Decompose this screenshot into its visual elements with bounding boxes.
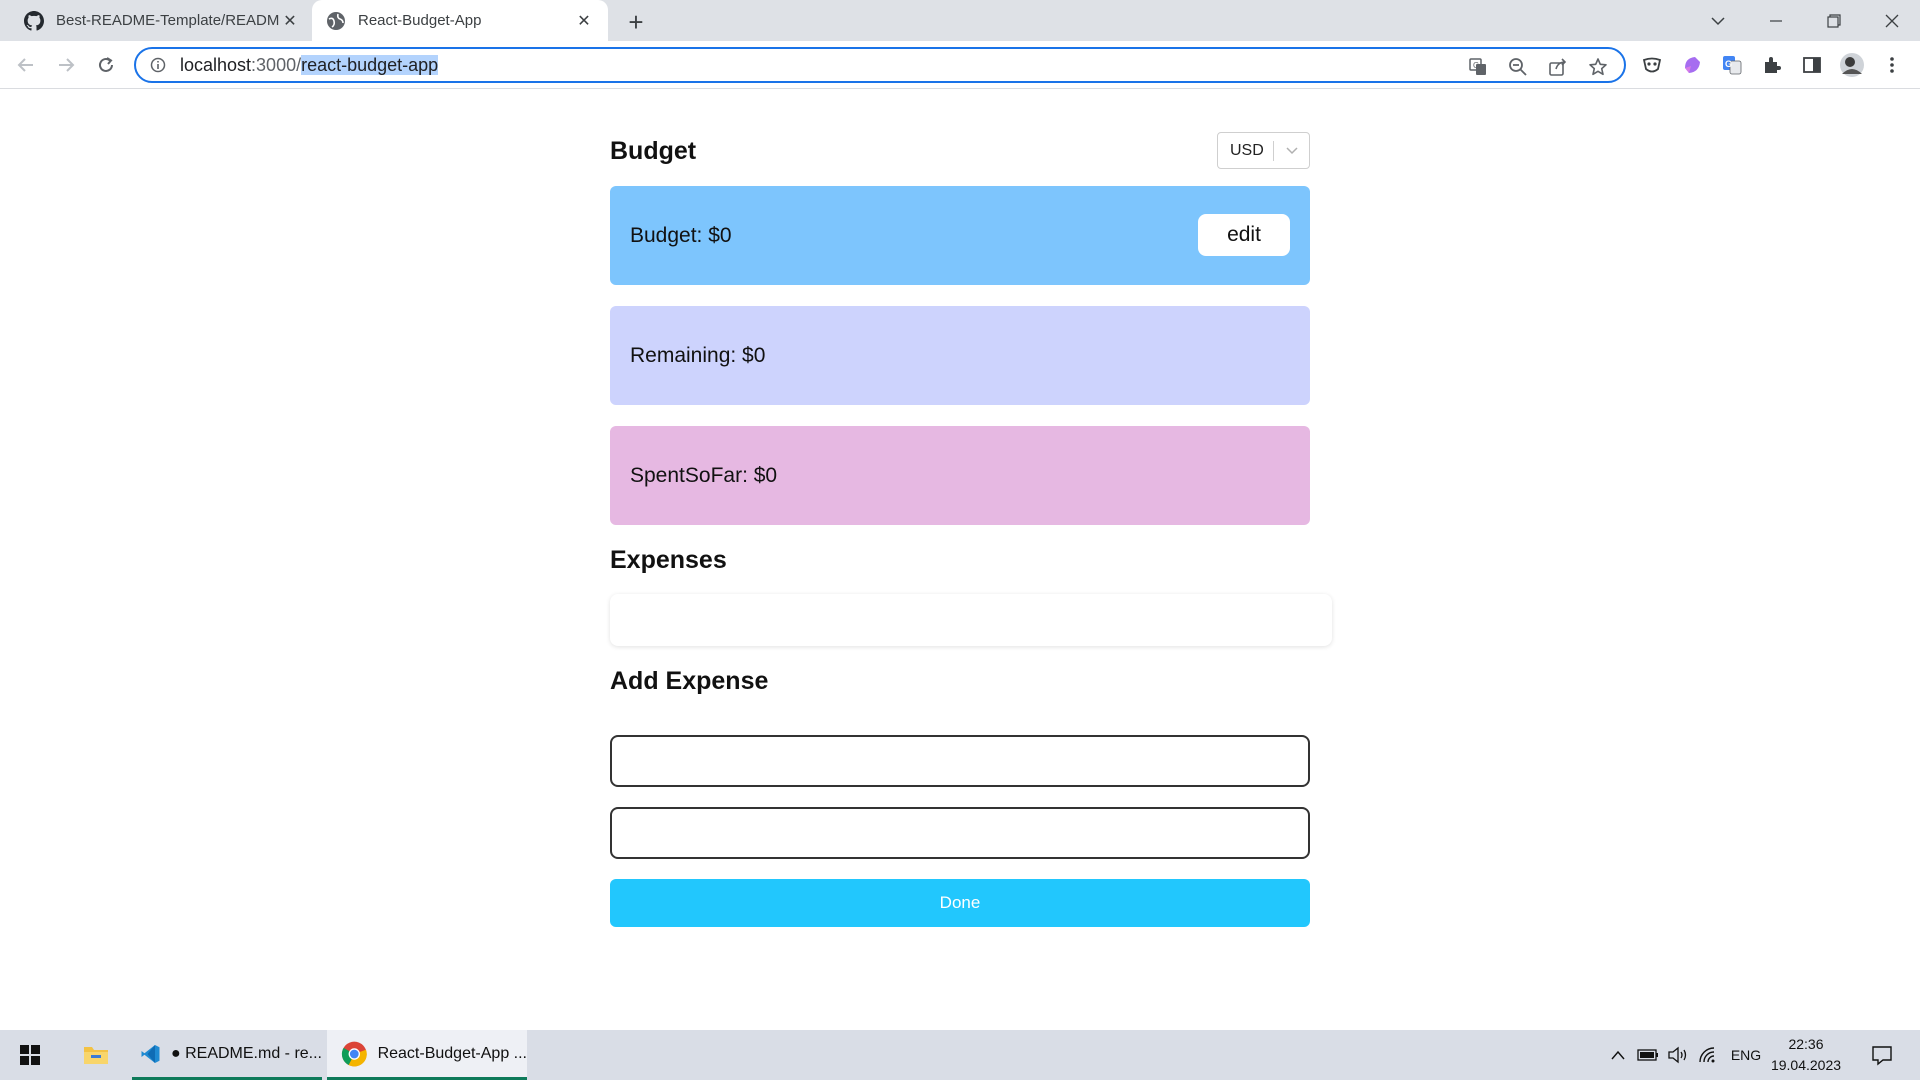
url-text[interactable]: localhost:3000/react-budget-app <box>180 54 439 76</box>
globe-icon <box>327 11 345 30</box>
extensions-puzzle-icon[interactable] <box>1756 49 1788 81</box>
tab-search-icon[interactable] <box>1690 0 1746 41</box>
extension-purple-icon[interactable] <box>1676 49 1708 81</box>
battery-icon[interactable] <box>1634 1030 1662 1080</box>
done-button[interactable]: Done <box>610 879 1310 927</box>
close-window-icon[interactable] <box>1864 0 1920 41</box>
spent-value: SpentSoFar: $0 <box>630 463 778 487</box>
page-viewport: Budget USD Budget: $0 edit Remaining: $0… <box>0 90 1920 1030</box>
edit-budget-button[interactable]: edit <box>1198 214 1290 256</box>
taskbar-label: ● README.md - re... <box>170 1044 322 1062</box>
profile-avatar-icon[interactable] <box>1836 49 1868 81</box>
translate-icon[interactable]: G <box>1466 55 1490 79</box>
vscode-icon <box>141 1044 160 1063</box>
site-info-icon[interactable] <box>150 57 166 73</box>
taskbar-chrome[interactable]: React-Budget-App ... <box>327 1030 527 1080</box>
reload-icon[interactable] <box>90 49 122 81</box>
browser-menu-icon[interactable] <box>1876 49 1908 81</box>
volume-icon[interactable] <box>1664 1030 1692 1080</box>
close-tab-icon[interactable]: ✕ <box>280 11 300 31</box>
minimize-icon[interactable] <box>1748 0 1804 41</box>
back-icon[interactable] <box>10 49 42 81</box>
expenses-list <box>610 594 1332 646</box>
start-button[interactable] <box>10 1030 50 1080</box>
chrome-icon <box>341 1041 367 1066</box>
budget-heading: Budget <box>610 137 697 165</box>
remaining-card: Remaining: $0 <box>610 306 1310 405</box>
zoom-out-icon[interactable] <box>1506 55 1530 79</box>
url-host: localhost <box>180 54 252 75</box>
windows-start-icon <box>20 1045 40 1065</box>
currency-value: USD <box>1230 141 1264 159</box>
tab-react-budget-app[interactable]: React-Budget-App ✕ <box>312 0 608 41</box>
svg-text:G: G <box>1725 59 1732 69</box>
budget-card: Budget: $0 edit <box>610 186 1310 285</box>
tab-title: React-Budget-App <box>358 12 482 29</box>
taskbar-label: React-Budget-App ... <box>377 1044 527 1062</box>
share-icon[interactable] <box>1546 55 1570 79</box>
remaining-value: Remaining: $0 <box>630 343 766 367</box>
close-tab-icon[interactable]: ✕ <box>574 11 594 31</box>
expense-name-input[interactable] <box>610 735 1310 787</box>
url-port: :3000/ <box>251 54 302 75</box>
taskbar-file-explorer[interactable] <box>76 1030 116 1080</box>
side-panel-icon[interactable] <box>1796 49 1828 81</box>
address-bar[interactable]: localhost:3000/react-budget-app G <box>134 47 1626 83</box>
github-icon <box>24 10 44 31</box>
clock-time: 22:36 <box>1788 1036 1824 1052</box>
show-hidden-icons-icon[interactable] <box>1604 1030 1632 1080</box>
restore-icon[interactable] <box>1806 0 1862 41</box>
expense-cost-input[interactable] <box>610 807 1310 859</box>
tab-readme[interactable]: Best-README-Template/READM ✕ <box>12 0 312 41</box>
google-translate-icon[interactable]: G <box>1716 49 1748 81</box>
file-explorer-icon <box>84 1047 108 1064</box>
tab-title: Best-README-Template/READM <box>56 12 280 29</box>
expenses-heading: Expenses <box>610 546 727 574</box>
chevron-down-icon[interactable] <box>1274 146 1309 155</box>
browser-toolbar: localhost:3000/react-budget-app G G <box>0 41 1920 89</box>
currency-select[interactable]: USD <box>1217 132 1310 169</box>
extension-mask-icon[interactable] <box>1636 49 1668 81</box>
budget-value: Budget: $0 <box>630 223 732 247</box>
clock-date: 19.04.2023 <box>1770 1057 1842 1073</box>
new-tab-button[interactable]: + <box>622 7 650 37</box>
taskbar-clock[interactable]: 22:36 19.04.2023 <box>1760 1034 1852 1076</box>
browser-tab-strip: Best-README-Template/READM ✕ React-Budge… <box>0 0 1920 41</box>
bookmark-star-icon[interactable] <box>1586 55 1610 79</box>
wifi-icon[interactable] <box>1694 1030 1722 1080</box>
url-path: react-budget-app <box>301 54 439 75</box>
windows-taskbar: ● README.md - re... React-Budget-App ...… <box>0 1030 1920 1080</box>
spent-card: SpentSoFar: $0 <box>610 426 1310 525</box>
notifications-icon[interactable] <box>1862 1030 1902 1080</box>
add-expense-heading: Add Expense <box>610 667 769 695</box>
taskbar-vscode[interactable]: ● README.md - re... <box>132 1030 322 1080</box>
forward-icon[interactable] <box>50 49 82 81</box>
svg-text:G: G <box>1473 61 1479 70</box>
